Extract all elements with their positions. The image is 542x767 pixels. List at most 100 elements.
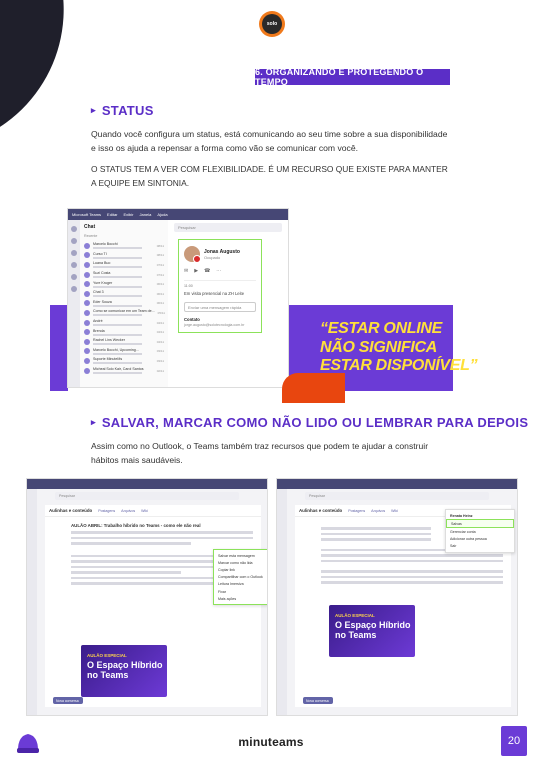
contact-email[interactable]: jorge.augusto@solotecnologia.com.br — [179, 323, 261, 327]
tab-posts[interactable]: Postagens — [98, 509, 115, 513]
menu-mark-unread[interactable]: Marcar como não lida — [214, 559, 267, 566]
chat-item-preview — [93, 362, 142, 365]
menu-copy-link[interactable]: Copiar link — [214, 566, 267, 573]
chat-list-item[interactable]: Marcelo Bocchi, Upcoming... 03/11 — [84, 347, 164, 357]
menu-help[interactable]: Ajuda — [157, 212, 167, 217]
chat-item-preview — [93, 256, 142, 259]
video-thumbnail[interactable]: AULÃO ESPECIAL O Espaço Híbrido no Teams — [81, 645, 167, 697]
search-input[interactable]: Pesquisar — [55, 492, 239, 500]
message-line — [321, 559, 503, 562]
chat-list-item[interactable]: André 04/11 — [84, 318, 164, 328]
menu-view[interactable]: Exibir — [124, 212, 134, 217]
menu-edit[interactable]: Editar — [107, 212, 117, 217]
phone-icon[interactable]: ☎ — [204, 268, 210, 274]
chat-item-preview — [93, 266, 142, 269]
video-thumbnail[interactable]: AULÃO ESPECIAL O Espaço Híbrido no Teams — [329, 605, 415, 657]
decorative-corner — [0, 0, 82, 150]
quick-message-input[interactable]: Enviar uma mensagem rápida — [184, 302, 256, 312]
tab-wiki[interactable]: Wiki — [391, 509, 398, 513]
chat-list-item[interactable]: Yure Kruger 06/11 — [84, 279, 164, 289]
chat-list-item[interactable]: Marcelo Bocchi 08/11 — [84, 241, 164, 251]
chat-list-item[interactable]: Suporte MinuteMs 03/11 — [84, 356, 164, 366]
chat-list-item[interactable]: Como se comunicar em um Team de... 05/11 — [84, 308, 165, 318]
menu-manage-account[interactable]: Gerenciar conta — [446, 528, 514, 535]
chat-items: Marcelo Bocchi 08/11 Curso TI 08/11 Luana Bu… — [84, 241, 165, 376]
chat-item-time: 04/11 — [156, 330, 164, 335]
chat-item-time: 05/11 — [157, 310, 165, 315]
menu-pin[interactable]: Fixar — [214, 588, 267, 595]
chat-item-name: Marcelo Bocchi, Upcoming... — [93, 347, 139, 352]
menu-window[interactable]: Janela — [140, 212, 152, 217]
chat-title: Chat — [84, 224, 96, 230]
search-input[interactable]: Pesquisar — [174, 223, 282, 232]
chat-item-text: Yure Kruger — [93, 281, 154, 288]
menu-save-message[interactable]: Salvar esta mensagem — [214, 552, 267, 559]
tab-files[interactable]: Arquivos — [371, 509, 385, 513]
search-input[interactable]: Pesquisar — [305, 492, 489, 500]
chat-item-name: Rachel Lins Wecker — [93, 338, 125, 343]
profile-card-header: Jonas Augusto Ocupado — [179, 240, 261, 266]
tab-files[interactable]: Arquivos — [121, 509, 135, 513]
message-line — [321, 527, 431, 530]
channel-name: Aulinhas e conteúdo — [49, 508, 93, 513]
calendar-icon[interactable] — [71, 262, 77, 268]
chat-list-item[interactable]: Suzi Costa 07/11 — [84, 270, 164, 280]
chat-item-name: Micheal Solo Kair, Carol Santos — [93, 367, 144, 372]
chat-item-name: Como se comunicar em um Team de... — [93, 309, 155, 314]
status-highlight: O STATUS TEM A VER COM FLEXIBILIDADE. É … — [91, 164, 448, 188]
chat-item-preview — [93, 247, 142, 250]
new-conversation-button[interactable]: Nova conversa — [303, 697, 333, 704]
message-line — [321, 570, 503, 573]
decorative-purple-block — [50, 305, 68, 391]
chat-item-name: Brenda — [93, 328, 105, 333]
chat-list-item[interactable]: Brenda 04/11 — [84, 327, 164, 337]
activity-icon[interactable] — [71, 226, 77, 232]
chat-list-item[interactable]: Rachel Lins Wecker 04/11 — [84, 337, 164, 347]
app-rail — [27, 489, 37, 715]
more-icon[interactable]: ⋯ — [216, 268, 221, 274]
new-conversation-button[interactable]: Nova conversa — [53, 697, 83, 704]
schedule-time: 11:00 — [184, 284, 193, 288]
chat-icon[interactable]: ✉ — [184, 268, 188, 274]
contact-label: Contato — [184, 317, 200, 322]
menu-immersive-reader[interactable]: Leitura Imersiva — [214, 581, 267, 588]
recent-label: Recente — [84, 234, 98, 238]
menu-more-actions[interactable]: Mais ações — [214, 595, 267, 602]
chat-item-time: 04/11 — [156, 339, 164, 344]
chat-item-time: 02/11 — [156, 368, 164, 373]
video-tag: AULÃO ESPECIAL — [335, 613, 375, 618]
menu-sign-out[interactable]: Sair — [446, 543, 514, 550]
chat-item-text: Rachel Lins Wecker — [93, 338, 154, 346]
titlebar — [27, 479, 267, 489]
chat-item-time: 07/11 — [156, 262, 164, 267]
chat-list-item[interactable]: Curso TI 08/11 — [84, 251, 164, 261]
video-icon[interactable]: ▶ — [194, 268, 198, 274]
chat-list-item[interactable]: Micheal Solo Kair, Carol Santos 02/11 — [84, 366, 164, 376]
tab-wiki[interactable]: Wiki — [141, 509, 148, 513]
message-line — [71, 542, 191, 545]
chat-item-name: André — [93, 319, 103, 324]
tab-posts[interactable]: Postagens — [348, 509, 365, 513]
chat-item-name: Eder Souza — [93, 299, 112, 304]
calls-icon[interactable] — [71, 274, 77, 280]
avatar — [84, 348, 90, 355]
menu-saved[interactable]: Salvas — [446, 519, 514, 529]
app-rail — [277, 489, 287, 715]
chat-item-name: Marcelo Bocchi — [93, 242, 118, 247]
app-title: Microsoft Teams — [72, 212, 102, 217]
channel-view: Aulinhas e conteúdo Postagens Arquivos W… — [295, 505, 515, 707]
files-icon[interactable] — [71, 286, 77, 292]
chat-item-time: 08/11 — [156, 243, 164, 248]
avatar — [84, 329, 90, 336]
salvar-paragraph: Assim como no Outlook, o Teams também tr… — [91, 441, 429, 465]
teams-icon[interactable] — [71, 250, 77, 256]
chat-list-item[interactable]: Chat 3 06/11 — [84, 289, 164, 299]
chat-list-item[interactable]: Eder Souza 06/11 — [84, 299, 164, 309]
chat-icon[interactable] — [71, 238, 77, 244]
menu-share-outlook[interactable]: Compartilhar com o Outlook — [214, 574, 267, 581]
profile-status: Ocupado — [204, 254, 221, 260]
menu-add-person[interactable]: Adicionar outra pessoa — [446, 536, 514, 543]
video-title: O Espaço Híbrido no Teams — [335, 620, 411, 640]
chat-item-time: 06/11 — [156, 291, 164, 296]
chat-list-item[interactable]: Luana Buo 07/11 — [84, 260, 164, 270]
